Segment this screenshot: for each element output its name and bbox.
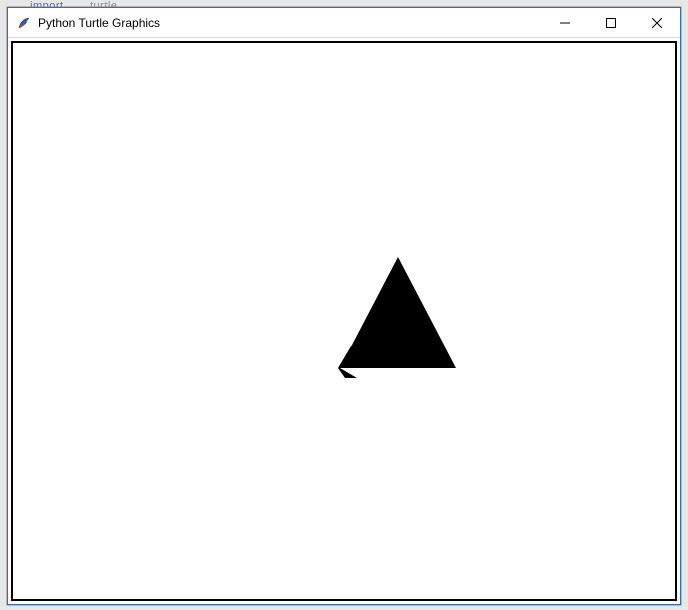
window-controls xyxy=(542,8,680,37)
turtle-canvas[interactable] xyxy=(11,41,677,601)
window-title: Python Turtle Graphics xyxy=(38,16,542,30)
application-window: Python Turtle Graphics xyxy=(7,7,681,605)
close-button[interactable] xyxy=(634,8,680,38)
feather-icon xyxy=(16,15,32,31)
client-area xyxy=(8,38,680,604)
drawn-shapes xyxy=(13,43,673,599)
filled-triangle xyxy=(340,257,456,368)
titlebar[interactable]: Python Turtle Graphics xyxy=(8,8,680,38)
minimize-button[interactable] xyxy=(542,8,588,38)
maximize-button[interactable] xyxy=(588,8,634,38)
